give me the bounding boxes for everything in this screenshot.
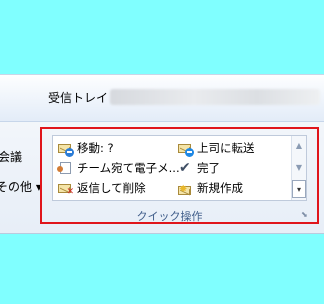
- team-email-icon: [57, 160, 73, 176]
- done-check-icon: ✔: [179, 159, 191, 176]
- scroll-up-arrow-icon[interactable]: ▲: [292, 136, 306, 154]
- gallery-scrollbar[interactable]: ▲ ▼ ▾: [291, 136, 306, 200]
- reply-delete-icon: ✕: [57, 180, 74, 196]
- quick-step-label: 上司に転送: [197, 140, 255, 155]
- quick-steps-gallery: 移動: ? 上司に転送 チーム宛て電子メ... ✔ 完了 ✕ 返信して削除 ✸ …: [52, 135, 307, 201]
- quick-step-forward-manager[interactable]: 上司に転送: [177, 138, 255, 157]
- dialog-launcher-icon[interactable]: ⬊: [301, 210, 311, 220]
- quick-steps-group-label: クイック操作: [136, 210, 203, 223]
- quick-step-reply-delete[interactable]: ✕ 返信して削除: [57, 178, 146, 197]
- more-dropdown-label[interactable]: その他 ▾: [0, 178, 42, 195]
- inbox-title: 受信トレイ: [48, 91, 109, 105]
- meeting-button-label[interactable]: 会議: [0, 148, 22, 165]
- quick-step-label: 完了: [197, 160, 220, 175]
- quick-step-create-new[interactable]: ✸ 新規作成: [177, 178, 243, 197]
- quick-step-label: 返信して削除: [77, 180, 146, 195]
- ribbon: 受信トレイ 会議 その他 ▾ 移動: ? 上司に転送 チーム宛て電子メ... ✔…: [0, 74, 324, 234]
- quick-step-label: チーム宛て電子メ...: [77, 160, 180, 175]
- move-envelope-icon: [57, 140, 74, 157]
- forward-to-manager-icon: [177, 140, 194, 157]
- blurred-account-name: [110, 89, 320, 105]
- quick-steps-group: 移動: ? 上司に転送 チーム宛て電子メ... ✔ 完了 ✕ 返信して削除 ✸ …: [40, 127, 319, 224]
- quick-step-label: 新規作成: [197, 180, 243, 195]
- create-new-icon: ✸: [177, 180, 193, 196]
- quick-step-done[interactable]: ✔ 完了: [177, 158, 220, 177]
- quick-step-move[interactable]: 移動: ?: [57, 138, 114, 157]
- quick-step-team-email[interactable]: チーム宛て電子メ...: [57, 158, 180, 177]
- ribbon-title-bar: 受信トレイ: [0, 75, 324, 122]
- gallery-more-icon[interactable]: ▾: [292, 180, 306, 198]
- quick-step-label: 移動: ?: [77, 140, 114, 155]
- scroll-down-arrow-icon[interactable]: ▼: [292, 158, 306, 176]
